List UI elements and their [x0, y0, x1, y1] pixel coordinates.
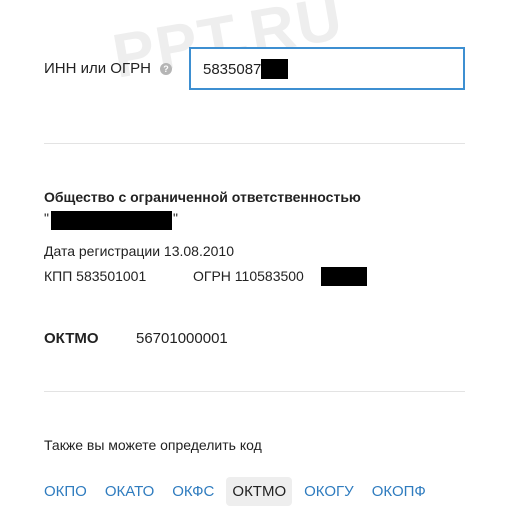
- company-type: Общество с ограниченной ответственностью: [44, 189, 361, 205]
- question-icon[interactable]: ?: [160, 63, 172, 75]
- tab-oktmo[interactable]: ОКТМО: [226, 477, 293, 506]
- oktmo-label: ОКТМО: [44, 330, 99, 347]
- ogrn-value: ОГРН 110583500: [193, 268, 304, 284]
- company-name-open-quote: ": [44, 210, 49, 226]
- redaction-box: [261, 59, 288, 79]
- tab-okfs[interactable]: ОКФС: [166, 477, 220, 506]
- inn-search-row: ИНН или ОГРН ? 5835087: [44, 47, 465, 90]
- tab-okato[interactable]: ОКАТО: [99, 477, 160, 506]
- inn-input[interactable]: 5835087: [189, 47, 465, 90]
- inn-label: ИНН или ОГРН: [44, 60, 151, 77]
- tab-okopf[interactable]: ОКОПФ: [366, 477, 432, 506]
- tab-okpo[interactable]: ОКПО: [38, 477, 93, 506]
- also-determine-text: Также вы можете определить код: [44, 437, 262, 453]
- tab-okogu[interactable]: ОКОГУ: [298, 477, 360, 506]
- inn-input-value: 5835087: [203, 61, 262, 78]
- company-name-redaction: [51, 211, 172, 230]
- registration-date: Дата регистрации 13.08.2010: [44, 243, 234, 259]
- ogrn-redaction: [321, 267, 367, 286]
- kpp-value: КПП 583501001: [44, 268, 147, 284]
- code-tabs: ОКПО ОКАТО ОКФС ОКТМО ОКОГУ ОКОПФ: [38, 477, 438, 506]
- company-name-close-quote: ": [173, 210, 178, 226]
- oktmo-value: 56701000001: [136, 330, 228, 347]
- divider-top: [44, 143, 465, 144]
- divider-bottom: [44, 391, 465, 392]
